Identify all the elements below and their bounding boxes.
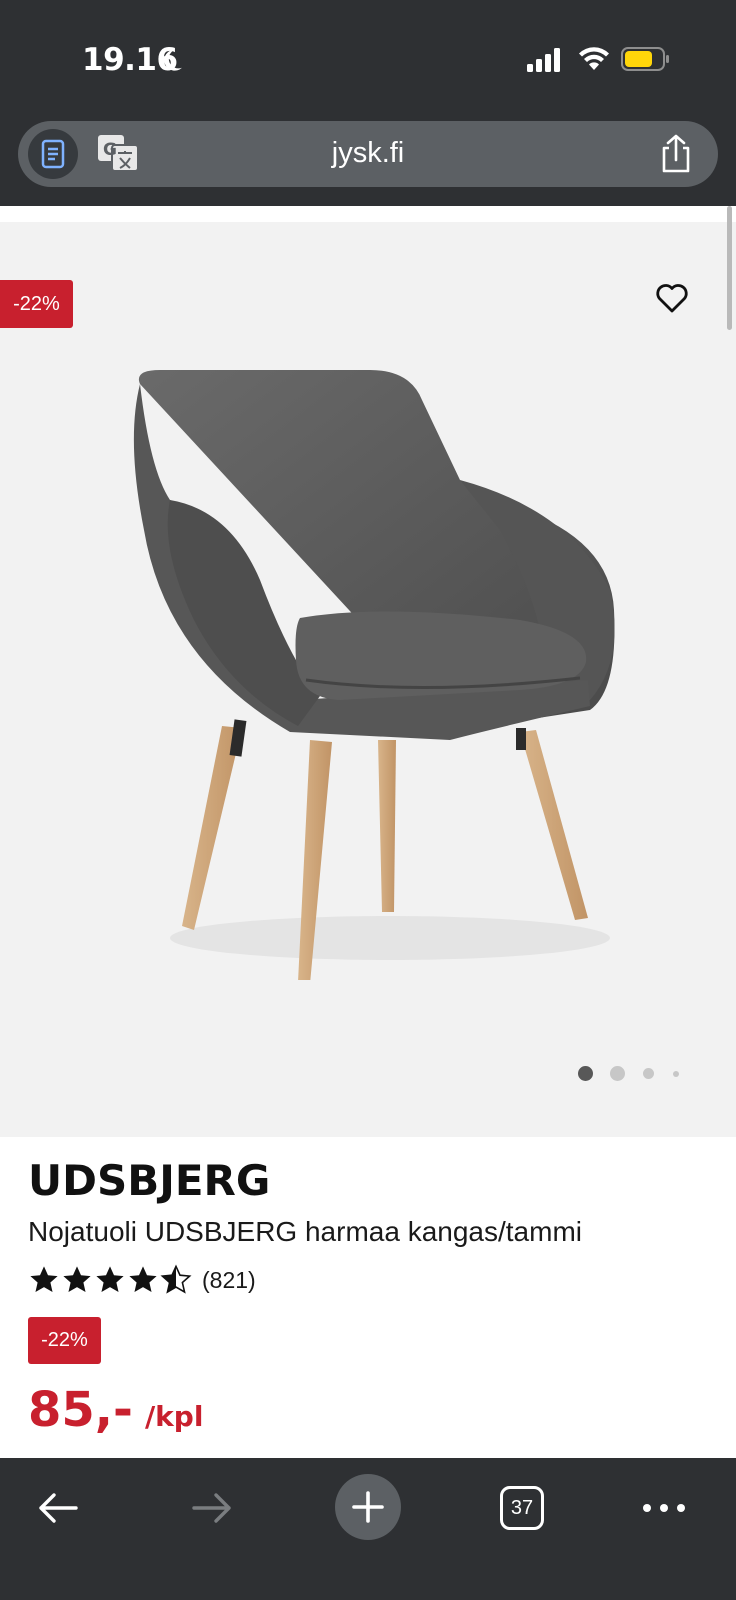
- back-button[interactable]: [18, 1468, 98, 1548]
- battery-icon: [621, 47, 669, 71]
- browser-bottom-toolbar: 37: [0, 1458, 736, 1600]
- plus-icon: [352, 1491, 384, 1523]
- rating[interactable]: (821): [28, 1264, 256, 1296]
- forward-arrow-icon: [192, 1493, 231, 1523]
- cellular-signal-icon: [527, 48, 560, 72]
- moon-icon: [164, 49, 182, 71]
- share-icon[interactable]: [656, 133, 696, 175]
- half-star-icon: [160, 1264, 192, 1294]
- more-button[interactable]: [624, 1468, 704, 1548]
- chair-product-image[interactable]: [120, 360, 640, 980]
- back-arrow-icon: [39, 1493, 78, 1523]
- product-name: Nojatuoli UDSBJERG harmaa kangas/tammi: [28, 1216, 582, 1247]
- forward-button[interactable]: [172, 1468, 252, 1548]
- url-bar[interactable]: G jysk.fi: [18, 121, 718, 187]
- price-unit: /kpl: [144, 1400, 204, 1433]
- more-icon: [643, 1504, 685, 1512]
- url-text[interactable]: jysk.fi: [18, 137, 718, 170]
- star-icon: [129, 1266, 157, 1292]
- pagination-dot[interactable]: [578, 1066, 593, 1081]
- scrollbar[interactable]: [727, 206, 732, 330]
- wifi-icon: [579, 47, 609, 70]
- product-image-gallery[interactable]: -22%: [0, 222, 736, 1137]
- star-icon: [30, 1266, 58, 1292]
- browser-top-chrome: 19.16 G jysk.fi: [0, 0, 736, 206]
- price: 85,-: [28, 1382, 133, 1438]
- heart-icon[interactable]: [654, 280, 690, 316]
- pagination-dot[interactable]: [643, 1068, 654, 1079]
- star-icon: [96, 1266, 124, 1292]
- discount-badge: -22%: [0, 280, 73, 328]
- web-page: -22% UDSBJERG Nojatuoli UDSBJERG harmaa …: [0, 206, 736, 1458]
- rating-stars: [28, 1264, 192, 1296]
- rating-count[interactable]: (821): [202, 1267, 256, 1294]
- discount-badge: -22%: [28, 1317, 101, 1364]
- new-tab-button[interactable]: [335, 1474, 401, 1540]
- pagination-dot[interactable]: [673, 1071, 679, 1077]
- product-brand: UDSBJERG: [28, 1156, 271, 1205]
- tabs-button[interactable]: 37: [482, 1468, 562, 1548]
- tab-count: 37: [500, 1486, 544, 1530]
- price-row: 85,- /kpl: [28, 1382, 203, 1438]
- star-icon: [63, 1266, 91, 1292]
- pagination-dot[interactable]: [610, 1066, 625, 1081]
